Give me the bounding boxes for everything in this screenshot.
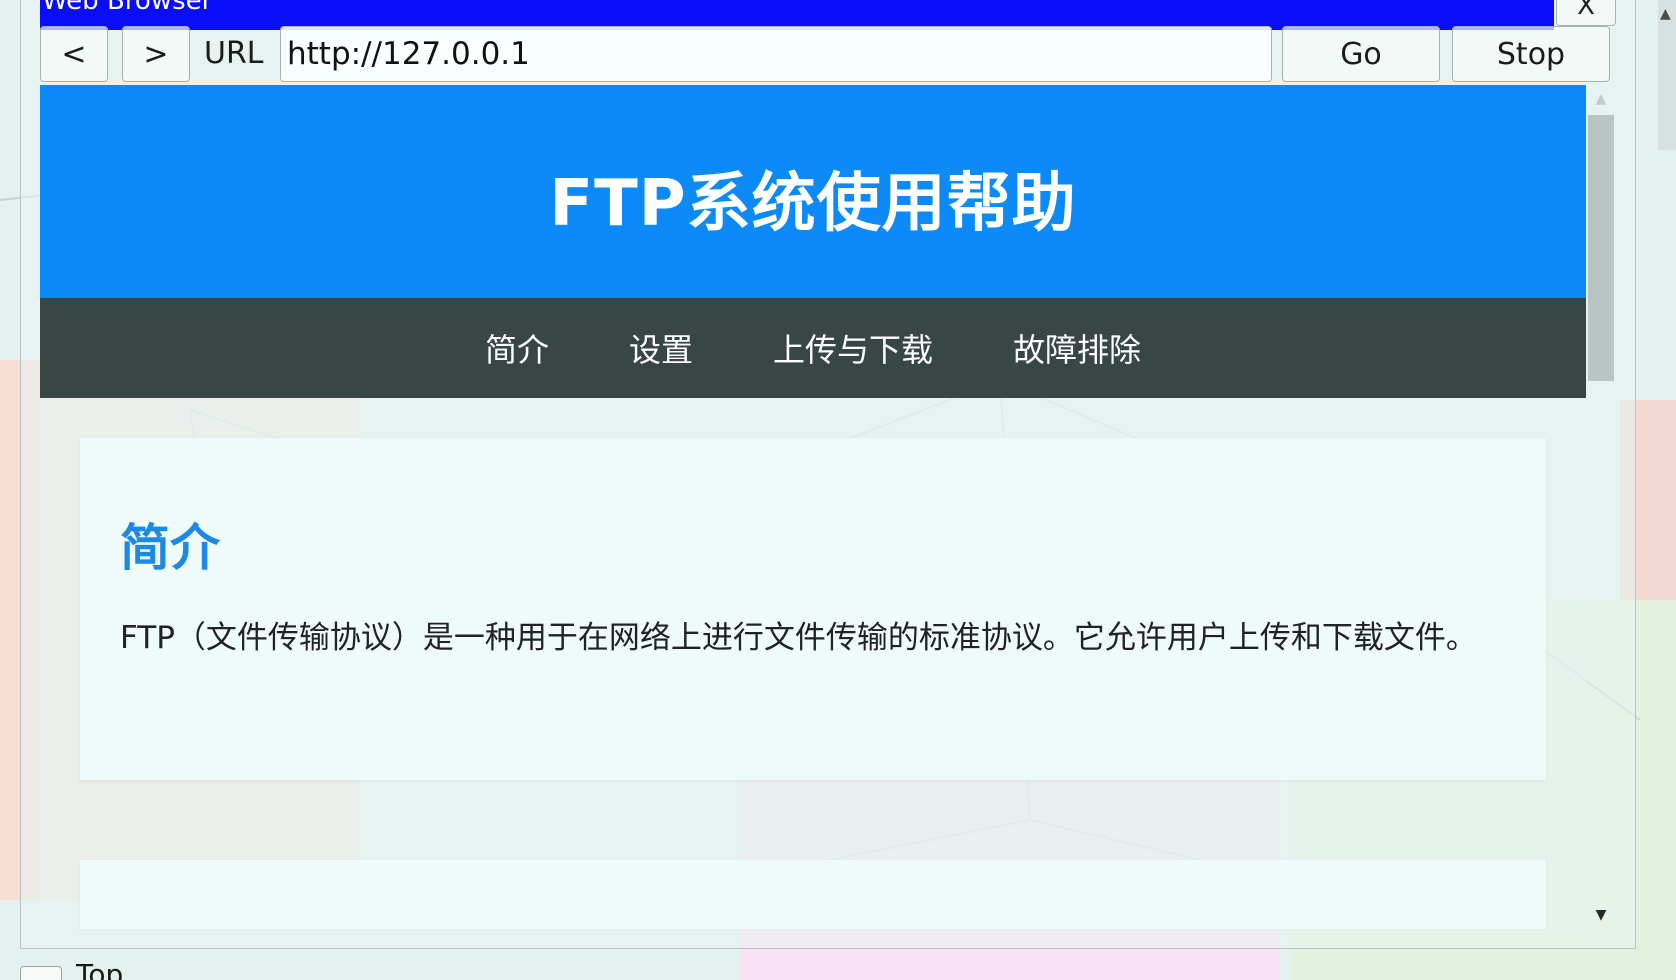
window-title: Web Browser bbox=[42, 0, 213, 16]
close-icon: X bbox=[1577, 0, 1595, 21]
url-input[interactable] bbox=[280, 26, 1272, 82]
scroll-down-icon[interactable]: ▼ bbox=[1586, 901, 1616, 929]
nav-item-intro[interactable]: 简介 bbox=[485, 325, 549, 371]
go-button[interactable]: Go bbox=[1282, 26, 1440, 82]
stop-button[interactable]: Stop bbox=[1452, 26, 1610, 82]
scroll-up-icon[interactable]: ▲ bbox=[1586, 85, 1616, 113]
section-card-next bbox=[80, 860, 1546, 929]
nav-item-troubleshooting[interactable]: 故障排除 bbox=[1013, 325, 1141, 371]
page-nav: 简介 设置 上传与下载 故障排除 bbox=[40, 298, 1586, 398]
outer-scrollbar[interactable] bbox=[1658, 0, 1676, 150]
nav-item-upload-download[interactable]: 上传与下载 bbox=[773, 325, 933, 371]
scroll-thumb[interactable] bbox=[1588, 115, 1614, 381]
web-viewport: FTP系统使用帮助 简介 设置 上传与下载 故障排除 简介 FTP（文件传输协议… bbox=[40, 85, 1586, 929]
url-label: URL bbox=[204, 36, 264, 71]
forward-button[interactable]: > bbox=[122, 26, 190, 82]
back-button[interactable]: < bbox=[40, 26, 108, 82]
page-scrollbar[interactable]: ▲ ▼ bbox=[1586, 85, 1616, 929]
top-checkbox[interactable] bbox=[20, 966, 62, 980]
section-card-intro: 简介 FTP（文件传输协议）是一种用于在网络上进行文件传输的标准协议。它允许用户… bbox=[80, 438, 1546, 780]
outer-scroll-up-icon[interactable]: ▲ bbox=[1660, 6, 1671, 22]
nav-item-settings[interactable]: 设置 bbox=[629, 325, 693, 371]
page-title: FTP系统使用帮助 bbox=[549, 166, 1077, 241]
section-body: FTP（文件传输协议）是一种用于在网络上进行文件传输的标准协议。它允许用户上传和… bbox=[120, 620, 1477, 656]
close-button[interactable]: X bbox=[1556, 0, 1616, 26]
top-checkbox-label: Top bbox=[76, 958, 124, 980]
page-content: 简介 FTP（文件传输协议）是一种用于在网络上进行文件传输的标准协议。它允许用户… bbox=[40, 398, 1586, 929]
section-heading: 简介 bbox=[120, 519, 220, 577]
page-header: FTP系统使用帮助 bbox=[40, 85, 1586, 298]
